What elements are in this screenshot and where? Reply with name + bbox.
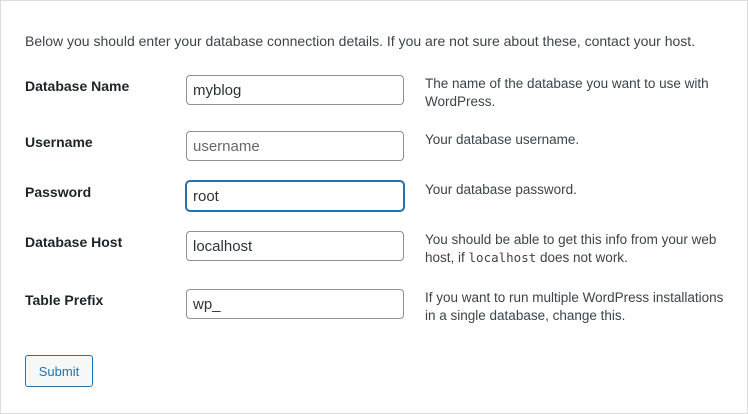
database-name-description: The name of the database you want to use…: [425, 76, 709, 109]
username-label: Username: [25, 134, 93, 150]
database-name-input[interactable]: [186, 75, 404, 105]
setup-config-panel: Below you should enter your database con…: [0, 0, 748, 414]
localhost-code: localhost: [468, 250, 537, 265]
password-input[interactable]: [186, 181, 404, 211]
database-name-label: Database Name: [25, 78, 130, 94]
database-host-description: You should be able to get this info from…: [425, 231, 725, 267]
submit-button[interactable]: Submit: [25, 355, 93, 387]
database-host-input[interactable]: [186, 231, 404, 261]
password-label: Password: [25, 184, 92, 200]
table-prefix-label: Table Prefix: [25, 292, 104, 308]
intro-text: Below you should enter your database con…: [25, 33, 696, 49]
table-prefix-description: If you want to run multiple WordPress in…: [425, 290, 724, 323]
username-description: Your database username.: [425, 132, 580, 147]
username-input[interactable]: [186, 131, 404, 161]
database-host-description-post: does not work.: [536, 250, 628, 265]
database-host-label: Database Host: [25, 234, 123, 250]
password-description: Your database password.: [425, 182, 577, 197]
table-prefix-input[interactable]: [186, 289, 404, 319]
